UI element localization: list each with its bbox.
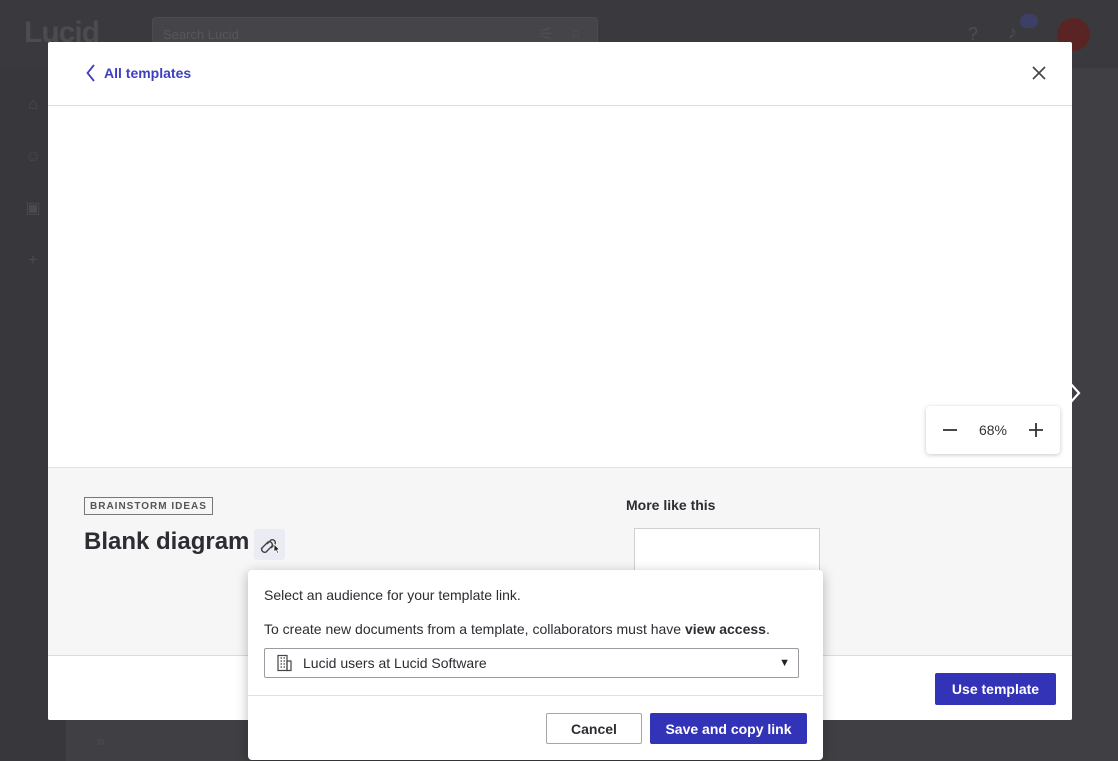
- cancel-button[interactable]: Cancel: [546, 713, 642, 744]
- more-like-this-heading: More like this: [626, 497, 716, 513]
- team-icon[interactable]: ☺: [18, 142, 48, 172]
- copy-link-button[interactable]: [254, 529, 285, 560]
- plus-icon: [1029, 423, 1043, 437]
- minus-icon: [943, 429, 957, 431]
- expand-icon[interactable]: »: [96, 733, 105, 751]
- note-bold: view access: [684, 621, 766, 637]
- app-search-placeholder: Search Lucid: [163, 27, 239, 42]
- close-button[interactable]: [1030, 64, 1048, 82]
- building-icon: [276, 654, 292, 672]
- all-templates-label: All templates: [104, 65, 192, 81]
- zoom-control: 68%: [926, 406, 1060, 454]
- share-link-popover: Select an audience for your template lin…: [248, 570, 823, 760]
- notification-badge: [1020, 14, 1038, 28]
- bell-icon[interactable]: ♪: [1008, 22, 1017, 43]
- all-templates-link[interactable]: All templates: [86, 64, 191, 82]
- audience-value: Lucid users at Lucid Software: [303, 655, 487, 671]
- use-template-button[interactable]: Use template: [935, 673, 1056, 705]
- template-title: Blank diagram: [84, 528, 250, 555]
- modal-header: All templates: [48, 42, 1072, 106]
- view-access-note: To create new documents from a template,…: [264, 621, 770, 637]
- chevron-right-icon: [1069, 382, 1081, 404]
- audience-select[interactable]: Lucid users at Lucid Software ▼: [264, 648, 799, 678]
- zoom-level: 68%: [978, 422, 1008, 438]
- note-prefix: To create new documents from a template,…: [264, 621, 685, 637]
- audience-prompt: Select an audience for your template lin…: [264, 587, 521, 603]
- template-preview: [48, 106, 1072, 467]
- zoom-in-button[interactable]: [1022, 416, 1050, 444]
- note-suffix: .: [765, 621, 770, 637]
- popover-divider: [248, 695, 823, 696]
- category-tag: BRAINSTORM IDEAS: [84, 497, 213, 515]
- add-icon[interactable]: +: [18, 246, 48, 276]
- zoom-out-button[interactable]: [936, 416, 964, 444]
- save-and-copy-link-button[interactable]: Save and copy link: [650, 713, 807, 744]
- caret-down-icon: ▼: [779, 657, 790, 669]
- link-icon: [260, 538, 281, 554]
- workspace-icon[interactable]: ▣: [18, 194, 48, 224]
- next-template-arrow[interactable]: [1067, 381, 1083, 405]
- close-icon: [1032, 66, 1046, 80]
- chevron-left-icon: [86, 64, 95, 82]
- home-icon[interactable]: ⌂: [18, 90, 48, 120]
- search-icon[interactable]: ⌕: [571, 23, 581, 44]
